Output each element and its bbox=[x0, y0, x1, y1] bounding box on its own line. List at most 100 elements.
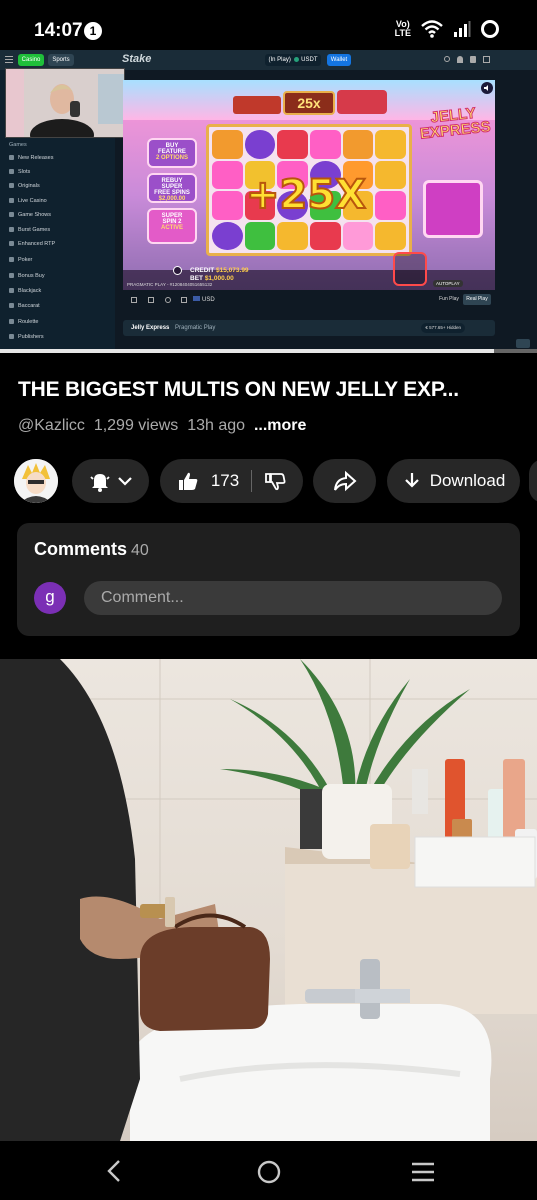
sidebar-item-icon bbox=[9, 227, 14, 233]
super-spin-panel: SUPER SPIN 2 ACTIVE bbox=[147, 208, 197, 244]
sidebar-item: New Releases bbox=[9, 155, 53, 161]
search-icon bbox=[444, 56, 450, 62]
rebuy-line: $2,000.00 bbox=[158, 196, 186, 202]
purple-candy-symbol bbox=[212, 221, 243, 250]
gold-train-symbol bbox=[277, 221, 308, 250]
comments-card[interactable]: Comments 40 g Comment... bbox=[17, 523, 520, 636]
status-bar: 14:07 1 Vo) LTE bbox=[0, 0, 537, 56]
sidebar-item: Publishers bbox=[9, 334, 44, 340]
pink-star-symbol bbox=[212, 191, 243, 220]
video-progress-remaining bbox=[494, 349, 537, 353]
chat-toggle-icon bbox=[516, 339, 530, 348]
gingerbread-symbol bbox=[212, 130, 243, 159]
download-label: Download bbox=[429, 471, 506, 490]
home-icon[interactable] bbox=[256, 1159, 282, 1185]
next-video-thumbnail[interactable] bbox=[0, 659, 537, 1141]
sidebar-heading: Games bbox=[9, 142, 27, 148]
usdt-coin-icon bbox=[293, 56, 299, 62]
train-engine bbox=[337, 90, 387, 114]
sidebar-item: Slots bbox=[9, 169, 30, 175]
sidebar-item-icon bbox=[9, 183, 14, 189]
credit-display: CREDIT $15,073.99 BET $1,000.00 bbox=[190, 267, 249, 283]
channel-handle[interactable]: @Kazlicc bbox=[18, 417, 85, 434]
super-spin-line: ACTIVE bbox=[160, 225, 183, 231]
like-dislike-group[interactable]: 173 bbox=[160, 459, 303, 503]
signal-icon bbox=[454, 21, 471, 37]
fun-play-button: Fun Play bbox=[439, 296, 459, 302]
sidebar-item-label: New Releases bbox=[18, 155, 54, 161]
volte-indicator: Vo) LTE bbox=[395, 20, 411, 38]
game-stat-hidden: Hidden bbox=[446, 325, 461, 330]
share-arrow-icon bbox=[333, 470, 357, 492]
bathroom-scene bbox=[0, 659, 537, 1141]
sidebar-item-icon bbox=[9, 288, 14, 294]
notification-badge: 1 bbox=[84, 22, 102, 40]
share-button[interactable] bbox=[313, 459, 376, 503]
user-icon bbox=[457, 56, 463, 63]
pink-star-symbol bbox=[375, 191, 406, 220]
sidebar-item-label: Slots bbox=[18, 169, 31, 175]
video-player[interactable]: Casino Sports Stake (In Play) USDT Walle… bbox=[0, 50, 537, 353]
sidebar-item-icon bbox=[9, 241, 14, 247]
sidebar-item-label: Roulette bbox=[18, 319, 39, 325]
thumbs-up-icon[interactable] bbox=[177, 470, 199, 492]
sidebar-item: Blackjack bbox=[9, 288, 41, 294]
sidebar-item: Roulette bbox=[9, 319, 39, 325]
credit-label: CREDIT bbox=[190, 267, 215, 274]
red-bear-symbol bbox=[309, 221, 341, 250]
chevron-down-icon bbox=[117, 477, 132, 486]
sidebar-item-label: Burst Games bbox=[18, 227, 51, 233]
channel-avatar[interactable] bbox=[14, 459, 58, 503]
video-meta[interactable]: @Kazlicc 1,299 views 13h ago ...more bbox=[18, 417, 306, 435]
tab-sports: Sports bbox=[48, 54, 74, 66]
comments-count: 40 bbox=[131, 542, 149, 559]
more-actions-button[interactable] bbox=[529, 459, 537, 503]
game-stat-value: € 577.65+ bbox=[425, 325, 446, 330]
pink-star-symbol bbox=[309, 130, 341, 159]
subscribe-bell-button[interactable] bbox=[72, 459, 149, 503]
volume-icon bbox=[481, 82, 493, 94]
video-progress-bar[interactable] bbox=[0, 349, 494, 353]
sidebar-item: Game Shows bbox=[9, 212, 51, 218]
like-count: 173 bbox=[210, 471, 240, 490]
credit-value: $15,073.99 bbox=[216, 267, 249, 274]
sidebar-item-icon bbox=[9, 257, 14, 263]
game-name: Jelly Express bbox=[131, 325, 170, 331]
pink-candy-symbol bbox=[342, 221, 374, 250]
comment-input[interactable]: Comment... bbox=[84, 581, 502, 615]
clock: 14:07 bbox=[34, 20, 83, 41]
currency-select-label: USD bbox=[202, 297, 215, 303]
gingerbread-symbol bbox=[342, 130, 374, 159]
user-avatar: g bbox=[34, 582, 66, 614]
real-play-button: Real Play bbox=[463, 294, 491, 305]
sidebar-item-icon bbox=[9, 273, 14, 279]
green-bean-symbol bbox=[244, 221, 276, 250]
sidebar-item-label: Enhanced RTP bbox=[18, 241, 56, 247]
notification-icon bbox=[470, 56, 476, 63]
comments-title: Comments bbox=[34, 539, 128, 559]
top-multiplier-badge: 25x bbox=[283, 91, 335, 115]
sidebar-item: Originals bbox=[9, 183, 40, 189]
thumbs-down-icon[interactable] bbox=[264, 470, 286, 492]
wifi-icon bbox=[421, 20, 443, 38]
channel-avatar-art bbox=[14, 459, 58, 503]
back-icon[interactable] bbox=[104, 1159, 124, 1183]
sidebar-item-icon bbox=[9, 319, 14, 325]
sidebar-item: Baccarat bbox=[9, 303, 40, 309]
video-title[interactable]: THE BIGGEST MULTIS ON NEW JELLY EXP... bbox=[18, 378, 523, 402]
recents-icon[interactable] bbox=[410, 1161, 436, 1183]
currency-select: USD bbox=[193, 296, 215, 303]
gold-train-symbol bbox=[375, 221, 406, 250]
game-provider: Pragmatic Play bbox=[175, 325, 216, 331]
bet-label: BET bbox=[190, 275, 203, 282]
share-icon bbox=[181, 297, 187, 303]
download-button[interactable]: Download bbox=[387, 459, 520, 503]
sidebar-item: Poker bbox=[9, 257, 32, 263]
streamer-figure bbox=[6, 69, 124, 137]
sidebar-item-label: Blackjack bbox=[18, 288, 42, 294]
more-link[interactable]: ...more bbox=[254, 417, 306, 434]
rebuy-panel: REBUY SUPER FREE SPINS $2,000.00 bbox=[147, 173, 197, 203]
sidebar-item-label: Live Casino bbox=[18, 198, 47, 204]
sidebar-item: Live Casino bbox=[9, 198, 47, 204]
upload-age: 13h ago bbox=[187, 417, 246, 434]
